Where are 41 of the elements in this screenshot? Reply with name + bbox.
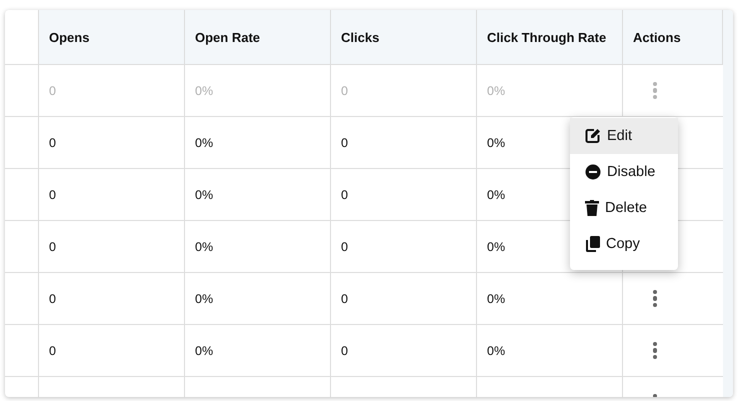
column-header: Opens [39,10,185,65]
table-cell: 0 [39,117,185,169]
trash-icon [585,200,599,216]
table-cell: 0 [331,221,477,273]
table-cell [5,169,39,221]
column-header: Click Through Rate [477,10,623,65]
table-cell: 0 [39,65,185,117]
table-cell: 0% [185,273,331,325]
menu-item[interactable]: Delete [570,190,678,226]
table-cell: 0% [185,117,331,169]
table-cell: 0 [331,169,477,221]
table-cell: 0% [185,221,331,273]
table-cell: 0 [39,325,185,377]
menu-item[interactable]: Copy [570,226,678,262]
table-cell: 0% [477,273,623,325]
table-cell: 0 [331,273,477,325]
table-cell: 0 [331,117,477,169]
column-header: Actions [623,10,723,65]
table-cell [5,221,39,273]
table-cell [5,65,39,117]
more-options-icon[interactable] [650,288,660,310]
table-cell [5,325,39,377]
menu-item[interactable]: Disable [570,154,678,190]
menu-item[interactable]: Edit [570,118,678,154]
table-cell: 0% [185,169,331,221]
table-cell: 0 [39,169,185,221]
table-cell: 0% [477,325,623,377]
minus-circle-icon [585,164,601,180]
table-cell: 0% [185,65,331,117]
table-cell: 0 [39,273,185,325]
table-cell [5,117,39,169]
table-cell: 0% [185,325,331,377]
edit-icon [585,128,601,144]
copy-icon [585,236,600,252]
table-cell [5,273,39,325]
table-cell: 0 [39,221,185,273]
more-options-icon[interactable] [650,340,660,362]
column-header: Open Rate [185,10,331,65]
table-cell: 0 [331,325,477,377]
table-cell: 0 [331,65,477,117]
column-header: Clicks [331,10,477,65]
